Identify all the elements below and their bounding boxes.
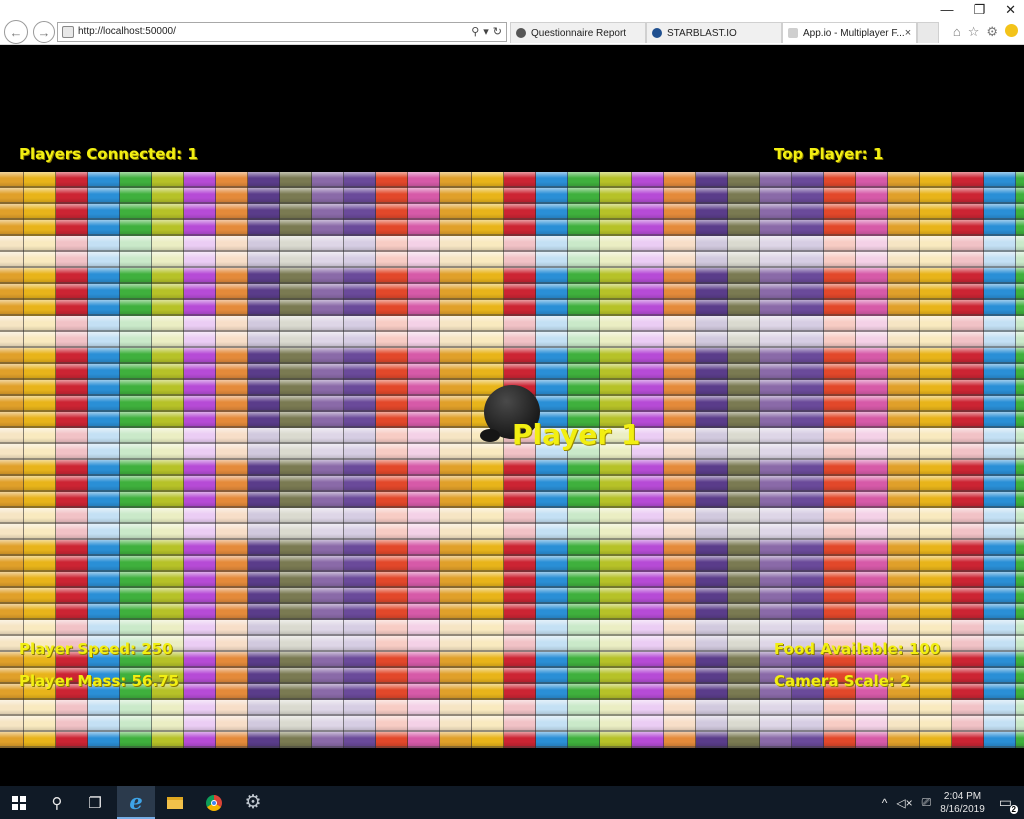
back-button[interactable]: ← xyxy=(4,20,28,44)
search-icon[interactable]: ⚲ xyxy=(471,25,479,38)
player-mass-label: Player Mass: 56.75 xyxy=(19,672,179,690)
player-speed-label: Player Speed: 250 xyxy=(19,640,173,658)
chrome-button[interactable] xyxy=(195,786,233,819)
toolbar-icons: ⌂ ☆ ⚙ xyxy=(953,24,1018,40)
window-controls: — ❐ ✕ xyxy=(940,2,1016,18)
back-arrow-icon: ← xyxy=(9,24,23,40)
notification-center-button[interactable]: ▭ 2 xyxy=(999,794,1018,814)
feedback-smiley-icon[interactable] xyxy=(1005,24,1018,37)
system-tray: ^ ◁× ⎚ 2:04 PM 8/16/2019 ▭ 2 xyxy=(882,786,1024,819)
network-icon[interactable]: ⎚ xyxy=(922,795,932,810)
game-canvas[interactable] xyxy=(0,172,1024,748)
task-view-button[interactable]: ❐ xyxy=(76,786,114,819)
internet-explorer-button[interactable]: e xyxy=(117,786,155,819)
refresh-icon[interactable]: ↻ xyxy=(493,25,502,38)
gear-icon: ⚙ xyxy=(244,792,262,813)
player-name-label: Player 1 xyxy=(512,418,641,451)
chrome-icon xyxy=(206,794,222,811)
url-text: http://localhost:50000/ xyxy=(78,26,176,37)
internet-explorer-icon: e xyxy=(129,789,143,814)
forward-button[interactable]: → xyxy=(33,21,55,43)
windows-taskbar: ⚲ ❐ e ⚙ ^ ◁× ⎚ 2:04 PM 8/16/2019 ▭ 2 xyxy=(0,786,1024,819)
browser-chrome: — ❐ ✕ ← → http://localhost:50000/ ⚲ ▾ ↻ … xyxy=(0,0,1024,45)
notification-count: 2 xyxy=(1009,805,1018,814)
address-tools: ⚲ ▾ ↻ xyxy=(471,25,502,38)
clock[interactable]: 2:04 PM 8/16/2019 xyxy=(940,790,985,816)
tab-starblast[interactable]: STARBLAST.IO xyxy=(646,22,782,43)
close-window-button[interactable]: ✕ xyxy=(1005,2,1016,18)
forward-arrow-icon: → xyxy=(37,24,51,40)
camera-scale-label: Camera Scale: 2 xyxy=(774,672,911,690)
start-button[interactable] xyxy=(0,786,38,819)
volume-muted-icon[interactable]: ◁× xyxy=(896,796,912,810)
home-icon[interactable]: ⌂ xyxy=(953,24,961,40)
new-tab-button[interactable] xyxy=(917,22,939,43)
file-explorer-button[interactable] xyxy=(156,786,194,819)
page-icon xyxy=(788,28,798,38)
top-player-label: Top Player: 1 xyxy=(774,145,884,163)
player-blob-foot xyxy=(480,429,500,442)
windows-logo-icon xyxy=(12,795,26,810)
starblast-icon xyxy=(652,28,662,38)
close-tab-icon[interactable]: × xyxy=(905,27,911,39)
page-icon xyxy=(62,26,74,38)
compass-icon xyxy=(516,28,526,38)
favorites-star-icon[interactable]: ☆ xyxy=(968,24,980,40)
search-button[interactable]: ⚲ xyxy=(38,786,76,819)
tab-label: App.io - Multiplayer F... xyxy=(803,27,905,39)
clock-time: 2:04 PM xyxy=(943,790,982,802)
tab-questionnaire-report[interactable]: Questionnaire Report xyxy=(510,22,646,43)
task-view-icon: ❐ xyxy=(88,794,102,812)
chevron-up-icon[interactable]: ^ xyxy=(882,796,888,810)
players-connected-label: Players Connected: 1 xyxy=(19,145,198,163)
settings-button[interactable]: ⚙ xyxy=(234,786,272,819)
settings-gear-icon[interactable]: ⚙ xyxy=(986,24,998,40)
minimize-button[interactable]: — xyxy=(940,2,953,18)
search-icon: ⚲ xyxy=(51,794,63,812)
restore-button[interactable]: ❐ xyxy=(973,2,985,18)
tab-app-io[interactable]: App.io - Multiplayer F... × xyxy=(782,22,917,43)
tab-label: Questionnaire Report xyxy=(531,27,627,39)
dropdown-icon[interactable]: ▾ xyxy=(483,25,489,38)
food-available-label: Food Available: 100 xyxy=(774,640,941,658)
folder-icon xyxy=(167,796,183,809)
tab-label: STARBLAST.IO xyxy=(667,27,737,39)
clock-date: 8/16/2019 xyxy=(940,803,985,815)
address-bar[interactable]: http://localhost:50000/ ⚲ ▾ ↻ xyxy=(57,22,507,42)
